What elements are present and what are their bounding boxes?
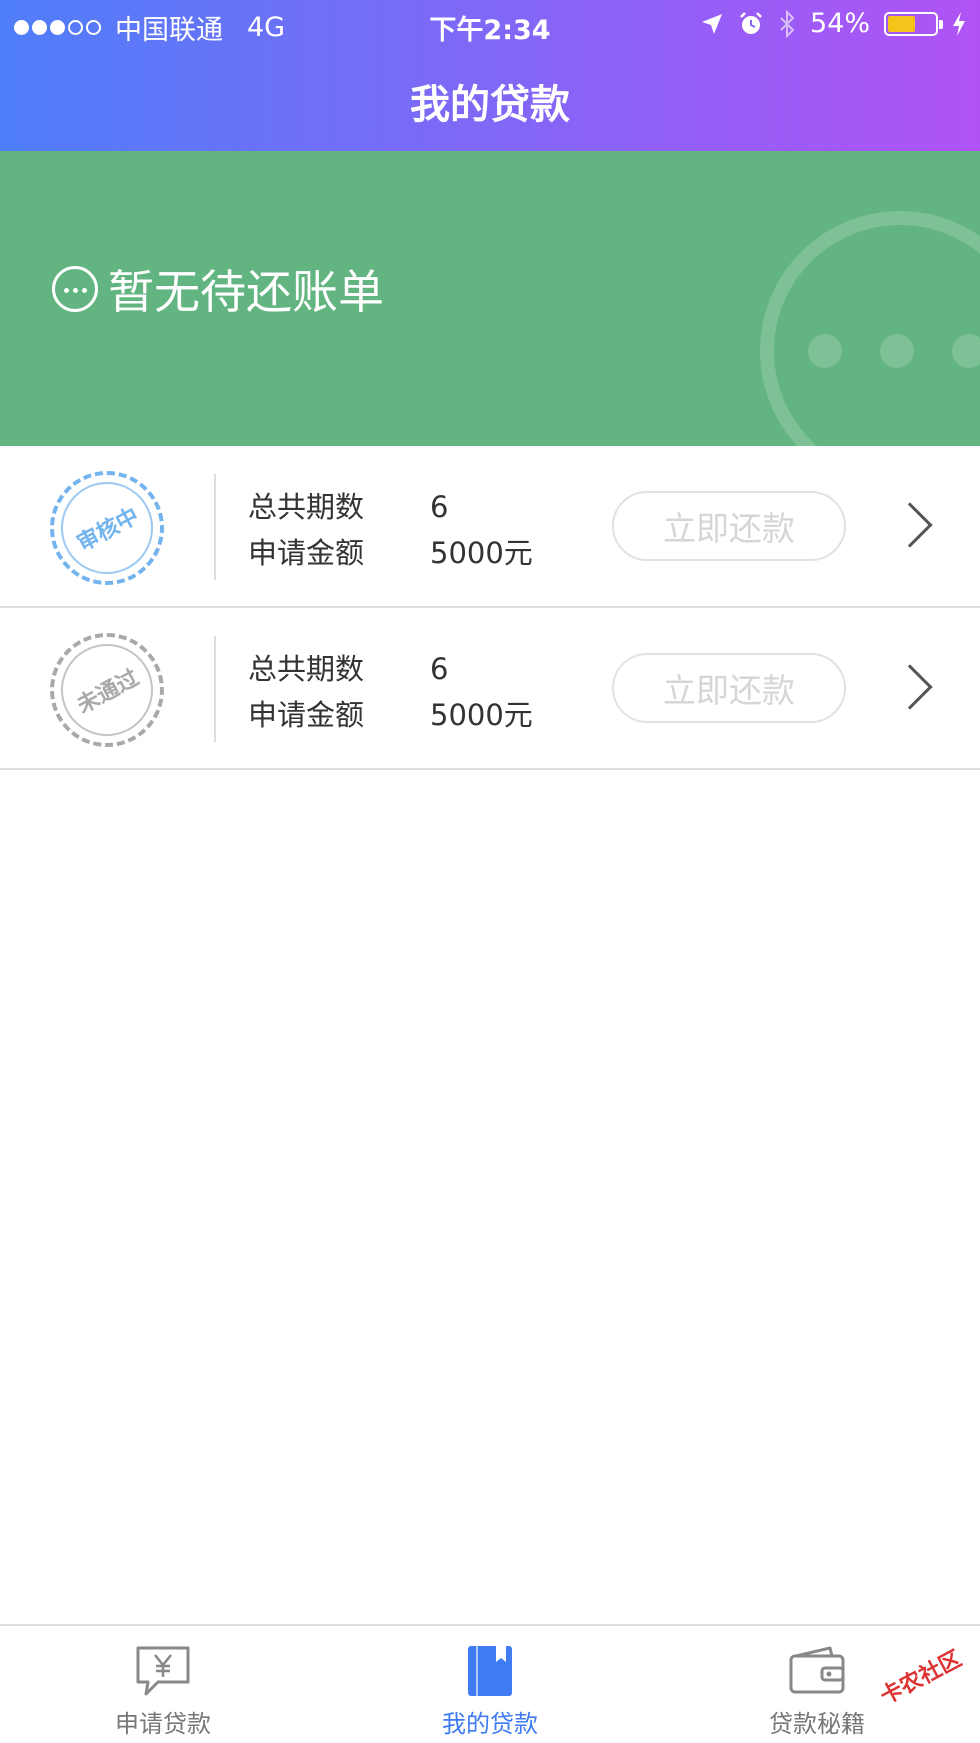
status-right: 54% — [700, 8, 966, 39]
loan-item[interactable]: 未通过 总共期数 6 申请金额 5000元 立即还款 — [0, 608, 980, 770]
tab-apply-loan[interactable]: 申请贷款 — [0, 1626, 326, 1743]
status-stamp-text: 未通过 — [73, 665, 144, 719]
location-arrow-icon — [701, 13, 722, 34]
no-bill-banner: 暂无待还账单 — [0, 151, 980, 446]
amount-label: 申请金额 — [248, 536, 365, 570]
amount-value: 5000元 — [430, 698, 533, 732]
tab-label: 贷款秘籍 — [769, 1710, 865, 1738]
repay-now-button[interactable]: 立即还款 — [612, 491, 846, 561]
battery-icon — [884, 11, 943, 36]
book-icon — [468, 1646, 512, 1696]
tab-bar: 申请贷款 我的贷款 贷款秘籍 — [0, 1624, 980, 1743]
alarm-icon — [740, 11, 762, 34]
tab-label: 申请贷款 — [115, 1710, 211, 1738]
app-header: 中国联通 4G 下午2:34 54% 我的贷款 — [0, 0, 980, 151]
tab-my-loans[interactable]: 我的贷款 — [327, 1626, 653, 1743]
periods-value: 6 — [430, 652, 449, 686]
status-stamp-text: 审核中 — [73, 503, 144, 557]
wallet-icon — [789, 1646, 845, 1694]
status-stamp: 审核中 — [44, 465, 170, 591]
chevron-right-icon[interactable] — [887, 664, 933, 710]
row-divider — [214, 636, 216, 742]
row-divider — [214, 474, 216, 580]
status-stamp: 未通过 — [44, 627, 170, 753]
chevron-right-icon[interactable] — [887, 502, 933, 548]
battery-fill — [888, 15, 915, 32]
amount-value: 5000元 — [430, 536, 533, 570]
decorative-dot — [952, 334, 980, 368]
repay-now-button[interactable]: 立即还款 — [612, 653, 846, 723]
status-bar: 中国联通 4G 下午2:34 54% — [0, 0, 980, 48]
banner-message: 暂无待还账单 — [52, 256, 384, 322]
decorative-dot — [808, 334, 842, 368]
ellipsis-circle-icon — [52, 266, 98, 312]
battery-percent: 54% — [809, 8, 870, 39]
periods-value: 6 — [430, 490, 449, 524]
loan-list: 审核中 总共期数 6 申请金额 5000元 立即还款 未通过 总共期数 6 申请… — [0, 446, 980, 770]
loan-item[interactable]: 审核中 总共期数 6 申请金额 5000元 立即还款 — [0, 446, 980, 608]
loan-info: 总共期数 6 申请金额 5000元 — [248, 646, 533, 738]
page-title: 我的贷款 — [410, 82, 570, 128]
periods-label: 总共期数 — [248, 652, 365, 686]
decorative-dot — [880, 334, 914, 368]
decorative-circle — [760, 211, 980, 446]
banner-text: 暂无待还账单 — [108, 265, 384, 319]
periods-label: 总共期数 — [248, 490, 365, 524]
loan-info: 总共期数 6 申请金额 5000元 — [248, 484, 533, 576]
amount-label: 申请金额 — [248, 698, 365, 732]
yen-chat-icon — [136, 1646, 190, 1696]
charging-icon — [953, 11, 965, 36]
bluetooth-icon — [780, 9, 795, 38]
tab-label: 我的贷款 — [442, 1710, 538, 1738]
